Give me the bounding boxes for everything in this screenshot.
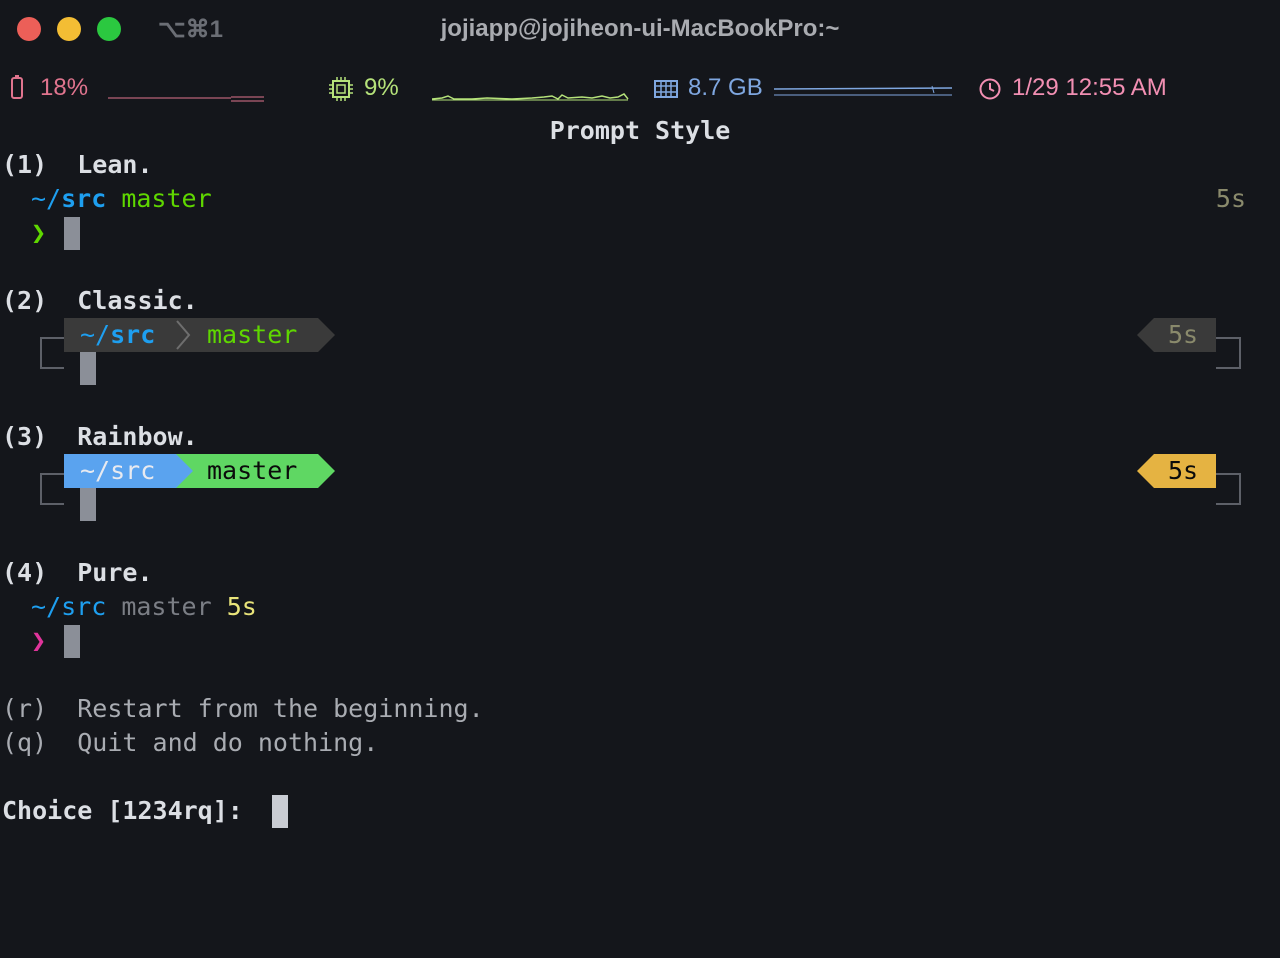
option-restart: (r) Restart from the beginning. (2, 694, 484, 723)
cpu-icon (329, 77, 353, 101)
pure-duration: 5s (226, 592, 257, 621)
battery-percent: 18% (40, 74, 89, 101)
option-rainbow-label: (3) Rainbow. (2, 422, 198, 451)
choice-input-cursor[interactable] (272, 795, 288, 828)
memory-graph (774, 85, 953, 96)
status-bar: 18% 9% 8.7 GB 1/29 12:55 AM (0, 58, 1280, 118)
lean-dir-tilde: ~/ (31, 184, 62, 213)
option-pure-label: (4) Pure. (2, 558, 153, 587)
clock-icon (979, 78, 1001, 100)
classic-cursor (80, 352, 96, 385)
cpu-percent: 9% (364, 74, 399, 101)
choice-prompt: Choice [1234rq]: (2, 796, 258, 825)
classic-duration: 5s (1168, 320, 1199, 349)
memory-icon (654, 80, 678, 98)
classic-git-branch: master (207, 320, 298, 349)
rainbow-git-branch: master (207, 456, 298, 485)
option-classic-label: (2) Classic. (2, 286, 198, 315)
classic-dir-name: src (110, 320, 156, 349)
option-lean-label: (1) Lean. (2, 150, 153, 179)
option-quit: (q) Quit and do nothing. (2, 728, 379, 757)
lean-duration: 5s (1215, 184, 1246, 213)
lean-prompt-dir: ~/src master (31, 182, 212, 216)
page-title: Prompt Style (549, 116, 731, 145)
window-title: jojiapp@jojiheon-ui-MacBookPro:~ (440, 15, 840, 42)
pure-cursor (64, 625, 80, 658)
lean-dir-name: src (61, 184, 107, 213)
classic-dir-segment: ~/src (80, 318, 155, 352)
pure-git-branch: master (121, 592, 212, 621)
title-bar: ⌥⌘1 jojiapp@jojiheon-ui-MacBookPro:~ (0, 0, 1280, 58)
pure-dir: ~/src (31, 592, 107, 621)
pure-prompt-line: ~/src master 5s (31, 590, 257, 624)
classic-dir-tilde: ~/ (80, 320, 111, 349)
pure-prompt-char: ❯ (31, 626, 47, 655)
clock-datetime: 1/29 12:55 AM (1012, 74, 1167, 101)
lean-prompt-char: ❯ (31, 218, 47, 247)
cpu-graph (432, 93, 629, 101)
rainbow-cursor (80, 488, 96, 521)
battery-graph (108, 96, 264, 102)
battery-icon (11, 75, 23, 99)
rainbow-duration: 5s (1168, 456, 1199, 485)
rainbow-dir-segment: ~/src (80, 456, 156, 485)
lean-git-branch: master (121, 184, 212, 213)
memory-usage: 8.7 GB (688, 74, 763, 101)
lean-cursor (64, 217, 80, 250)
